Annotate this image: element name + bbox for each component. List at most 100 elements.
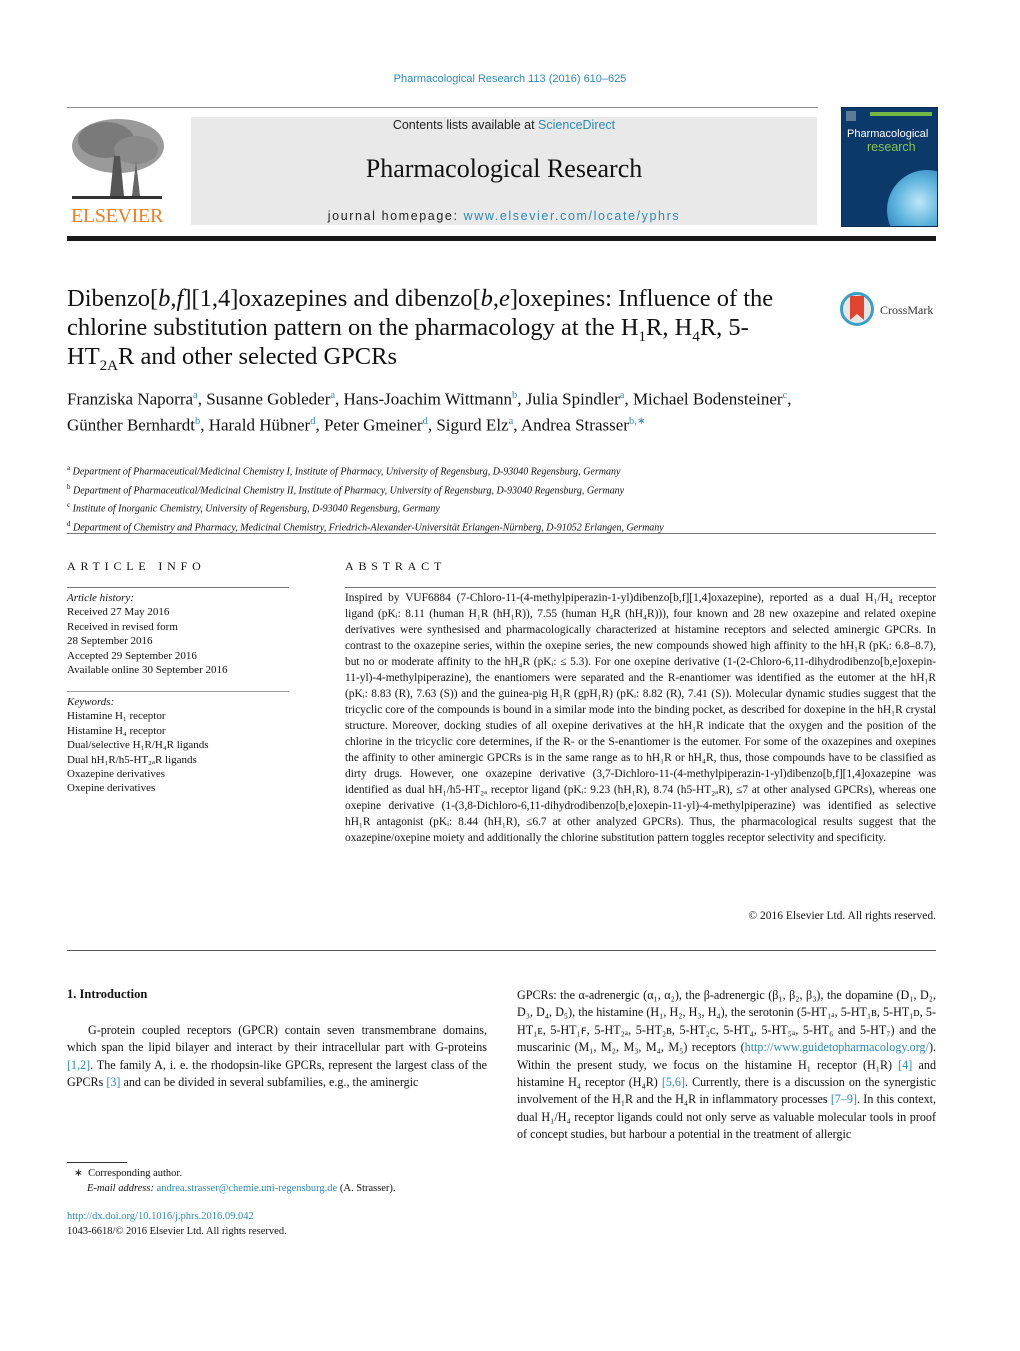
author-separator: , [517,389,526,409]
author-name[interactable]: Andrea Strasser [521,416,629,435]
article-history: Article history: Received 27 May 2016 Rec… [67,591,297,677]
author-list: Franziska Naporraa, Susanne Gobledera, H… [67,385,807,437]
title-italic-part: b [158,285,171,312]
author-name[interactable]: Peter Gmeiner [324,416,423,435]
affiliation-item: b Department of Pharmaceutical/Medicinal… [67,480,847,499]
journal-name: Pharmacological Research [365,154,643,183]
email-link[interactable]: andrea.strasser@chemie.uni-regensburg.de [157,1183,338,1194]
email-label: E-mail address: [87,1182,157,1194]
author-separator: , [513,415,521,435]
section-divider [67,533,936,534]
author-name[interactable]: Michael Bodensteiner [633,390,783,409]
cover-globe-image [887,170,937,226]
abstract-end-divider [67,950,936,951]
author-name[interactable]: Günther Bernhardt [67,416,195,435]
affiliation-text: Department of Pharmaceutical/Medicinal C… [70,484,625,496]
homepage-prefix: journal homepage: [327,209,464,223]
citation-link[interactable]: http://www.guidetopharmacology.org/ [745,1040,929,1054]
doi-link[interactable]: http://dx.doi.org/10.1016/j.phrs.2016.09… [67,1210,487,1225]
journal-cover-image[interactable]: Pharmacological research [841,107,938,227]
author-affiliation-marker[interactable]: b,∗ [629,416,646,427]
author-separator: , [197,389,207,409]
elsevier-logo[interactable]: ELSEVIER [66,116,168,228]
journal-banner: Contents lists available at ScienceDirec… [191,117,817,225]
keyword-item[interactable]: Oxazepine derivatives [67,767,297,781]
corresponding-author-footnote: ∗ Corresponding author. E-mail address: … [74,1167,494,1196]
article-title: Dibenzo[b,f][1,4]oxazepines and dibenzo[… [67,284,807,374]
affiliation-item: c Institute of Inorganic Chemistry, Univ… [67,498,847,517]
title-part: R, H [646,314,693,341]
cover-title-2: research [867,140,916,154]
journal-citation[interactable]: Pharmacological Research 113 (2016) 610–… [0,73,1020,85]
intro-text: and can be divided in several subfamilie… [120,1075,419,1090]
author-name[interactable]: Franziska Naporra [67,390,193,409]
affiliation-text: Department of Chemistry and Pharmacy, Me… [70,521,664,533]
author-name[interactable]: Julia Spindler [526,390,620,409]
header-divider [67,107,818,108]
elsevier-tree-icon [66,116,168,204]
title-part: R and other selected GPCRs [118,343,398,370]
author-name[interactable]: Hans-Joachim Wittmann [344,390,513,409]
elsevier-wordmark: ELSEVIER [70,205,164,227]
author-name[interactable]: Sigurd Elz [436,416,508,435]
abstract-copyright: © 2016 Elsevier Ltd. All rights reserved… [748,910,936,922]
email-line: E-mail address: andrea.strasser@chemie.u… [74,1182,494,1197]
contents-line: Contents lists available at ScienceDirec… [191,118,817,132]
corresponding-author-line: ∗ Corresponding author. [74,1167,494,1182]
keyword-item[interactable]: Histamine H₄ receptor [67,724,297,738]
citation-link[interactable]: [4] [898,1058,912,1072]
affiliation-item: a Department of Pharmaceutical/Medicinal… [67,461,847,480]
history-item: Available online 30 September 2016 [67,664,228,677]
history-items: Received 27 May 2016 Received in revised … [67,605,297,677]
keyword-item[interactable]: Histamine H₁ receptor [67,709,297,723]
keywords-label: Keywords: [67,696,115,708]
author-separator: , [335,389,344,409]
keyword-items: Histamine H₁ receptor Histamine H₄ recept… [67,709,297,795]
title-subscript: 4 [692,328,700,345]
author-name[interactable]: Harald Hübner [209,416,311,435]
title-part: Dibenzo[ [67,285,159,312]
title-subscript: 1 [638,328,647,345]
abstract-text: Inspired by VUF6884 (7-Chloro-11-(4-meth… [345,592,936,844]
author-separator: , [624,389,633,409]
crossmark-label: CrossMark [880,303,934,317]
email-suffix: (A. Strasser). [337,1182,396,1194]
history-label: Article history: [67,592,134,604]
title-italic-part: b [480,285,493,312]
author-name[interactable]: Susanne Gobleder [206,390,330,409]
keyword-item[interactable]: Dual hH₁R/h5-HT₂ₐR ligands [67,753,297,767]
homepage-line: journal homepage: www.elsevier.com/locat… [191,209,817,223]
history-item: Received 27 May 2016 [67,606,170,619]
title-italic-part: e [499,285,510,312]
author-separator: , [315,415,324,435]
article-info-heading: ARTICLE INFO [67,559,206,573]
issn-copyright: 1043-6618/© 2016 Elsevier Ltd. All right… [67,1225,287,1237]
crossmark-button[interactable]: CrossMark [840,292,940,330]
abstract-heading: ABSTRACT [345,559,447,573]
keyword-item[interactable]: Oxepine derivatives [67,781,297,795]
cover-elsevier-icon [846,111,856,121]
citation-link[interactable]: [5,6] [662,1075,685,1089]
keywords-divider [67,691,289,692]
citation-link[interactable]: [7–9] [831,1092,857,1106]
title-part: ][1,4]oxazepines and dibenzo[ [183,285,481,312]
author-separator: , [787,389,792,409]
history-item: Accepted 29 September 2016 [67,649,197,662]
keyword-item[interactable]: Dual/selective H₁R/H₄R ligands [67,738,297,752]
journal-homepage-link[interactable]: www.elsevier.com/locate/yphrs [464,209,681,223]
citation-link[interactable]: [3] [106,1075,120,1089]
intro-text: G-protein coupled receptors (GPCR) conta… [67,1023,487,1055]
cover-green-bar [870,112,932,116]
introduction-paragraph-left: G-protein coupled receptors (GPCR) conta… [67,1022,487,1092]
cover-title-1: Pharmacological [847,128,929,140]
citation-link[interactable]: [1,2] [67,1058,90,1072]
title-subscript: 2A [99,357,119,374]
article-info-divider [67,587,289,588]
affiliation-text: Institute of Inorganic Chemistry, Univer… [70,503,440,515]
keywords-block: Keywords: Histamine H₁ receptor Histamine… [67,695,297,796]
abstract-divider [345,587,936,588]
corresponding-marker: ∗ [74,1168,83,1179]
header-thick-divider [67,236,936,241]
sciencedirect-link[interactable]: ScienceDirect [538,118,615,132]
footnote-divider [67,1162,127,1163]
